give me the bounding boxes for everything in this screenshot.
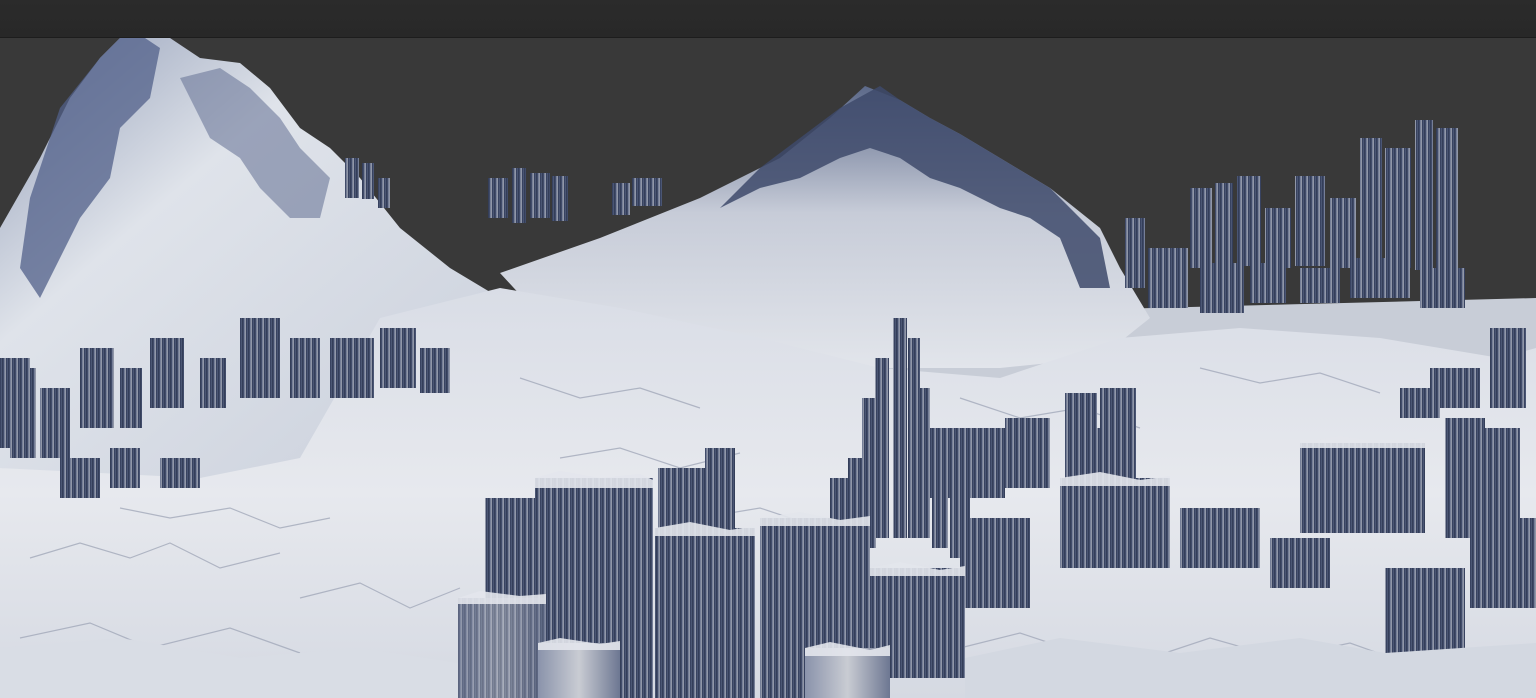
terrain-render: [0, 38, 1536, 698]
app-window: [0, 0, 1536, 698]
3d-viewport[interactable]: [0, 38, 1536, 698]
viewport-header: [0, 0, 1536, 38]
